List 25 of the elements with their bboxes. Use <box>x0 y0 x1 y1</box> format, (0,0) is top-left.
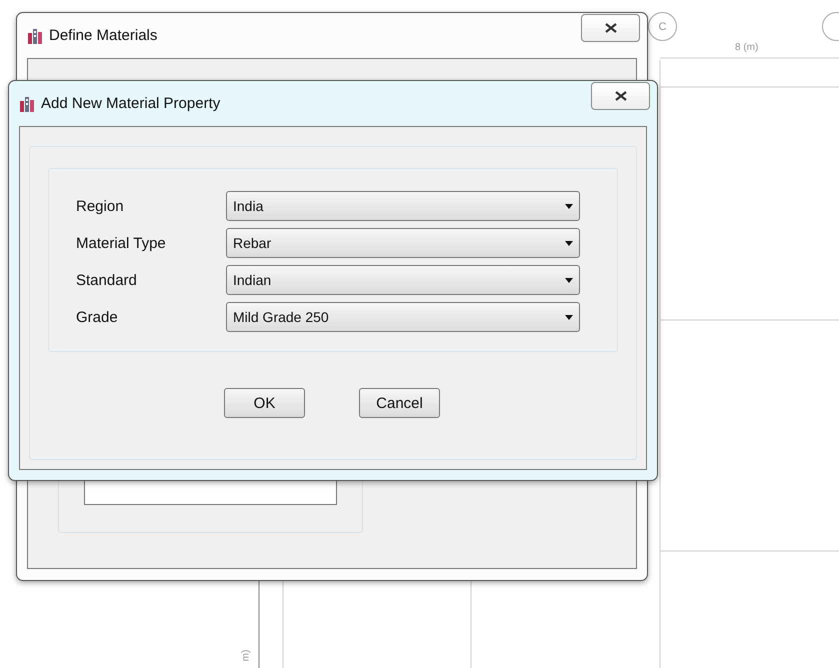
dropdown[interactable]: Indian <box>226 265 580 295</box>
caret-icon <box>565 240 573 246</box>
caret-icon <box>565 314 573 320</box>
field-label: Region <box>76 198 125 214</box>
field-label: Standard <box>76 272 138 288</box>
dimension-label: 8 (m) <box>735 42 758 53</box>
field-label: Material Type <box>76 234 167 252</box>
buildings-icon <box>27 28 43 44</box>
dropdown[interactable]: Rebar <box>226 228 580 258</box>
buildings-icon <box>19 96 35 112</box>
window-title: Define Materials <box>49 27 158 44</box>
ok-button[interactable]: OK <box>224 388 305 418</box>
close-button[interactable] <box>591 82 650 110</box>
grid-bubble: C <box>648 12 677 41</box>
caret-icon <box>565 204 573 208</box>
field-label: Grade <box>76 308 119 326</box>
close-icon <box>614 91 626 101</box>
caret-icon <box>565 278 573 282</box>
dropdown[interactable]: Mild Grade 250 <box>226 302 580 332</box>
window-title: Add New Material Property <box>41 95 220 112</box>
dropdown[interactable]: India <box>226 191 580 221</box>
close-icon <box>604 23 616 33</box>
axis-label: m) <box>240 650 252 662</box>
close-button[interactable] <box>581 14 640 42</box>
cancel-button[interactable]: Cancel <box>359 388 440 418</box>
